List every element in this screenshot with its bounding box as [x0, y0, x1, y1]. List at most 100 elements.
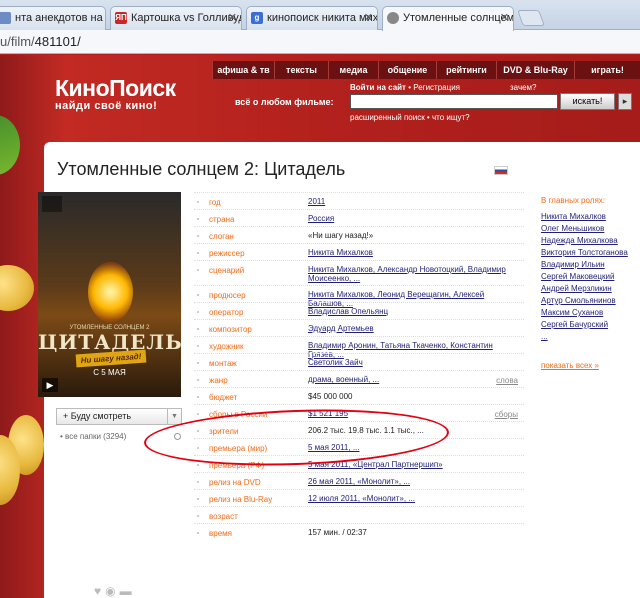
globe-favicon-icon: [387, 12, 399, 24]
tab-favicon-icon: [0, 12, 11, 24]
will-watch-button[interactable]: + Буду смотреть ▼: [56, 408, 182, 425]
poster-corner-icon: [42, 196, 62, 212]
info-value[interactable]: 12 июля 2011, «Монолит», ...: [308, 494, 415, 503]
actor-link[interactable]: Сергей Бачурский: [541, 320, 628, 329]
poster-date: С 5 МАЯ: [93, 368, 126, 377]
info-value[interactable]: 2011: [308, 197, 325, 206]
browser-tab-bar: нта анекдотов на втор ЯП Картошка vs Гол…: [0, 0, 640, 31]
login-links[interactable]: Войти на сайт • Регистрация: [350, 83, 460, 92]
comment-icon[interactable]: ▬: [120, 584, 132, 598]
row-bullet: [197, 345, 199, 347]
info-extra-link[interactable]: сборы: [495, 410, 518, 419]
logo-text: КиноПоиск: [55, 75, 176, 101]
search-input[interactable]: [350, 94, 558, 109]
chevron-down-icon[interactable]: ▼: [167, 409, 181, 424]
search-go-icon[interactable]: ▸: [618, 93, 632, 110]
info-row: оператор Владислав Опельянц: [194, 302, 524, 319]
why-link[interactable]: зачем?: [510, 83, 537, 92]
actor-link[interactable]: Виктория Толстоганова: [541, 248, 628, 257]
russia-flag-icon: [494, 166, 508, 175]
row-bullet: [197, 311, 199, 313]
info-row: бюджет $45 000 000: [194, 387, 524, 404]
nav-item-community[interactable]: общение: [378, 61, 436, 79]
close-tab-icon[interactable]: ✕: [500, 11, 509, 24]
nav-item-afisha[interactable]: афиша & тв: [212, 61, 274, 79]
info-value[interactable]: Никита Михалков, Александр Новотоцкий, В…: [308, 265, 518, 283]
nav-item-dvd[interactable]: DVD & Blu-Ray: [496, 61, 574, 79]
info-value: 157 мин. / 02:37: [308, 528, 367, 537]
info-value[interactable]: Россия: [308, 214, 334, 223]
poster-title: ЦИТАДЕЛЬ: [38, 330, 181, 354]
row-bullet: [197, 464, 199, 466]
actor-link[interactable]: ...: [541, 332, 628, 341]
browser-tab-1[interactable]: нта анекдотов на втор: [0, 6, 106, 30]
info-row: слоган «Ни шагу назад!»: [194, 226, 524, 243]
info-row: время 157 мин. / 02:37: [194, 523, 524, 540]
actor-link[interactable]: Максим Суханов: [541, 308, 628, 317]
address-bar[interactable]: u/film/481101/: [0, 30, 640, 54]
top-nav: афиша & тв тексты медиа общение рейтинги…: [212, 61, 640, 79]
main-roles: В главных ролях: Никита Михалков Олег Мен…: [541, 196, 628, 370]
url-text: u/film/481101/: [0, 34, 81, 49]
browser-tab-4-active[interactable]: Утомленные солнцем 2: ✕: [382, 6, 514, 31]
heart-icon[interactable]: ♥: [94, 584, 101, 598]
play-trailer-icon[interactable]: ▶: [42, 378, 58, 392]
row-bullet: [197, 362, 199, 364]
info-label: слоган: [209, 232, 234, 241]
actor-link[interactable]: Никита Михалков: [541, 212, 628, 221]
kinopoisk-logo[interactable]: КиноПоиск найди своё кино!: [55, 75, 176, 112]
info-value[interactable]: Светолик Зайч: [308, 358, 363, 367]
info-label: художник: [209, 342, 244, 351]
info-row: режиссер Никита Михалков: [194, 243, 524, 260]
folders-link[interactable]: • все папки (3294): [60, 432, 126, 441]
actor-link[interactable]: Владимир Ильин: [541, 260, 628, 269]
close-tab-icon[interactable]: ✕: [228, 11, 237, 24]
info-label: год: [209, 198, 221, 207]
row-bullet: [197, 481, 199, 483]
yandex-favicon-icon: ЯП: [115, 12, 127, 24]
browser-tab-3[interactable]: g кинопоиск никита михал ✕: [246, 6, 378, 30]
actor-link[interactable]: Сергей Маковецкий: [541, 272, 628, 281]
row-bullet: [197, 328, 199, 330]
tab-label: кинопоиск никита михал: [267, 12, 378, 24]
row-bullet: [197, 201, 199, 203]
info-label: продюсер: [209, 291, 246, 300]
info-label: бюджет: [209, 393, 238, 402]
search-button[interactable]: искать!: [560, 93, 615, 110]
row-bullet: [197, 532, 199, 534]
row-bullet: [197, 498, 199, 500]
info-value[interactable]: Эдуард Артемьев: [308, 324, 374, 333]
new-tab-button[interactable]: [517, 10, 545, 26]
info-label: страна: [209, 215, 235, 224]
row-bullet: [197, 252, 199, 254]
info-value[interactable]: Никита Михалков: [308, 248, 373, 257]
roles-heading: В главных ролях:: [541, 196, 606, 205]
info-value: «Ни шагу назад!»: [308, 231, 374, 240]
nav-item-texts[interactable]: тексты: [274, 61, 328, 79]
info-label: жанр: [209, 376, 228, 385]
nav-item-ratings[interactable]: рейтинги: [436, 61, 496, 79]
browser-tab-2[interactable]: ЯП Картошка vs Голливуд - ✕: [110, 6, 242, 30]
search-label: всё о любом фильме:: [235, 97, 334, 107]
advanced-search-link[interactable]: расширенный поиск • что ищут?: [350, 113, 470, 122]
show-all-link[interactable]: показать всех »: [541, 361, 628, 370]
actor-link[interactable]: Артур Смольянинов: [541, 296, 628, 305]
info-value[interactable]: Владислав Опельянц: [308, 307, 388, 316]
info-label: сценарий: [209, 266, 245, 275]
actor-link[interactable]: Андрей Мерзликин: [541, 284, 628, 293]
row-bullet: [197, 218, 199, 220]
info-label: время: [209, 529, 232, 538]
nav-item-games[interactable]: играть!: [574, 61, 640, 79]
actor-link[interactable]: Олег Меньшиков: [541, 224, 628, 233]
close-tab-icon[interactable]: ✕: [364, 11, 373, 24]
actor-link[interactable]: Надежда Михалкова: [541, 236, 628, 245]
film-poster[interactable]: УТОМЛЕННЫЕ СОЛНЦЕМ 2 ЦИТАДЕЛЬ Ни шагу на…: [38, 192, 181, 397]
info-value[interactable]: драма, военный, ...: [308, 375, 379, 384]
info-extra-link[interactable]: слова: [496, 376, 518, 385]
info-label: возраст: [209, 512, 238, 521]
row-bullet: [197, 269, 199, 271]
info-value[interactable]: 26 мая 2011, «Монолит», ...: [308, 477, 410, 486]
nav-item-media[interactable]: медиа: [328, 61, 378, 79]
tab-label: Утомленные солнцем 2:: [403, 12, 514, 24]
eye-icon[interactable]: ◉: [105, 584, 115, 598]
